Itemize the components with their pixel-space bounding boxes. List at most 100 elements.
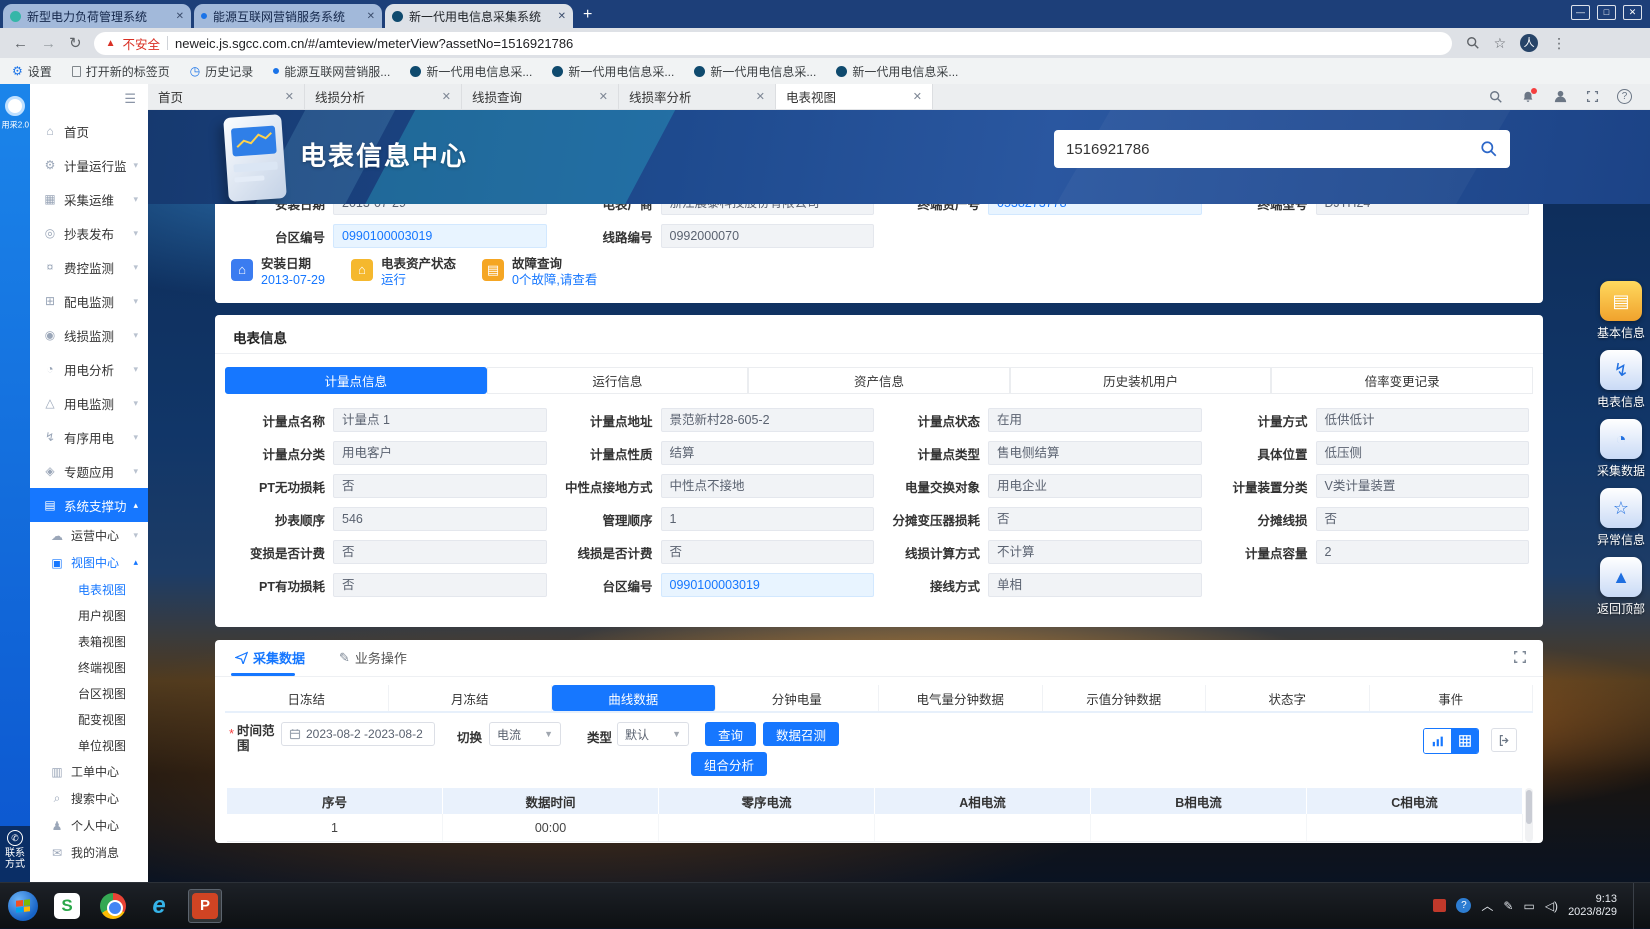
sidebar-item-metering-monitor[interactable]: ⚙计量运行监测▾ bbox=[30, 148, 148, 182]
app-tab-meter-view[interactable]: 电表视图✕ bbox=[776, 84, 933, 109]
column-header[interactable]: 序号 bbox=[227, 788, 443, 814]
column-header[interactable]: B相电流 bbox=[1091, 788, 1307, 814]
export-icon[interactable] bbox=[1491, 728, 1517, 752]
subtab-reading-minute-data[interactable]: 示值分钟数据 bbox=[1043, 685, 1207, 711]
taskbar-wps-icon[interactable]: S bbox=[50, 889, 84, 923]
sidebar-item-fee-monitor[interactable]: ¤费控监测▾ bbox=[30, 250, 148, 284]
sidebar-item-system-support[interactable]: ▤系统支撑功能▴ bbox=[30, 488, 148, 522]
sidebar-item-home[interactable]: ⌂首页 bbox=[30, 114, 148, 148]
zoom-icon[interactable] bbox=[1466, 36, 1480, 50]
sidebar-item-operation-center[interactable]: ☁运营中心▾ bbox=[30, 522, 148, 549]
taskbar-powerpoint-icon[interactable]: P bbox=[188, 889, 222, 923]
date-range-input[interactable]: 2023-08-2 -2023-08-2 bbox=[281, 722, 435, 746]
bookmark-collection-2[interactable]: 新一代用电信息采... bbox=[552, 63, 674, 80]
sidebar-item-collection-ops[interactable]: ▦采集运维▾ bbox=[30, 182, 148, 216]
system-clock[interactable]: 9:13 2023/8/29 bbox=[1568, 893, 1617, 919]
sidebar-item-my-messages[interactable]: ✉我的消息 bbox=[30, 839, 148, 866]
column-header[interactable]: C相电流 bbox=[1307, 788, 1523, 814]
bell-icon[interactable] bbox=[1521, 90, 1535, 104]
tab-close-icon[interactable]: ✕ bbox=[285, 90, 294, 103]
browser-menu-icon[interactable]: ⋮ bbox=[1552, 35, 1566, 52]
subtab-daily-freeze[interactable]: 日冻结 bbox=[225, 685, 389, 711]
type-select[interactable]: 默认▼ bbox=[617, 722, 689, 746]
contact-panel[interactable]: ✆ 联系 方式 bbox=[0, 826, 30, 882]
table-row[interactable]: 1 00:00 bbox=[227, 814, 1523, 842]
collapse-sidebar-icon[interactable]: ☰ bbox=[30, 84, 148, 114]
tray-pen-icon[interactable]: ✎ bbox=[1503, 899, 1513, 913]
chart-view-icon[interactable] bbox=[1424, 729, 1451, 753]
tab-metering-point-info[interactable]: 计量点信息 bbox=[225, 367, 487, 394]
tab-business-operations[interactable]: ✎ 业务操作 bbox=[339, 648, 407, 667]
station-no-link[interactable]: 0990100003019 bbox=[333, 224, 547, 248]
column-header[interactable]: A相电流 bbox=[875, 788, 1091, 814]
sidebar-item-personal-center[interactable]: ♟个人中心 bbox=[30, 812, 148, 839]
app-tab-lineloss-analysis[interactable]: 线损分析✕ bbox=[305, 84, 462, 109]
close-button[interactable]: ✕ bbox=[1623, 5, 1642, 20]
bookmark-newtab[interactable]: 打开新的标签页 bbox=[72, 63, 170, 80]
address-bar[interactable]: ▲ 不安全 neweic.js.sgcc.com.cn/#/amteview/m… bbox=[94, 32, 1452, 55]
sidebar-item-unit-view[interactable]: 单位视图 bbox=[30, 732, 148, 758]
sidebar-item-distribution-monitor[interactable]: ⊞配电监测▾ bbox=[30, 284, 148, 318]
tab-close-icon[interactable]: ✕ bbox=[599, 90, 608, 103]
sidebar-item-usage-analysis[interactable]: ◔用电分析▾ bbox=[30, 352, 148, 386]
tray-monitor-icon[interactable]: ▭ bbox=[1523, 899, 1534, 913]
tab-collected-data[interactable]: 采集数据 bbox=[235, 648, 305, 667]
float-collected-data-button[interactable]: ◔ bbox=[1600, 419, 1642, 459]
subtab-curve-data[interactable]: 曲线数据 bbox=[552, 685, 716, 711]
tab-close-icon[interactable]: ✕ bbox=[367, 11, 375, 22]
float-meter-info-button[interactable]: ↯ bbox=[1600, 350, 1642, 390]
data-recall-button[interactable]: 数据召测 bbox=[763, 722, 839, 746]
forward-icon[interactable]: → bbox=[41, 35, 56, 52]
taskbar-ie-icon[interactable]: e bbox=[142, 889, 176, 923]
maximize-button[interactable]: □ bbox=[1597, 5, 1616, 20]
tab-close-icon[interactable]: ✕ bbox=[176, 11, 184, 22]
asset-search-box[interactable] bbox=[1054, 130, 1510, 168]
reload-icon[interactable]: ↻ bbox=[69, 34, 82, 52]
search-icon[interactable] bbox=[1489, 90, 1503, 104]
badge-fault-query[interactable]: ▤ 故障查询0个故障,请查看 bbox=[482, 256, 597, 288]
switch-select[interactable]: 电流▼ bbox=[489, 722, 561, 746]
bookmark-collection-1[interactable]: 新一代用电信息采... bbox=[410, 63, 532, 80]
app-tab-home[interactable]: 首页✕ bbox=[148, 84, 305, 109]
sidebar-item-lineloss-monitor[interactable]: ◉线损监测▾ bbox=[30, 318, 148, 352]
tab-close-icon[interactable]: ✕ bbox=[442, 90, 451, 103]
tab-running-info[interactable]: 运行信息 bbox=[487, 367, 749, 394]
tray-volume-icon[interactable]: ◁) bbox=[1545, 899, 1558, 913]
browser-tab-2[interactable]: 能源互联网营销服务系统 ✕ bbox=[194, 4, 382, 28]
bookmark-marketing[interactable]: 能源互联网营销服... bbox=[273, 63, 390, 80]
tab-close-icon[interactable]: ✕ bbox=[558, 11, 566, 22]
bookmark-settings[interactable]: ⚙设置 bbox=[12, 63, 52, 80]
sidebar-item-workorder-center[interactable]: ▥工单中心 bbox=[30, 758, 148, 785]
tab-history-users[interactable]: 历史装机用户 bbox=[1010, 367, 1272, 394]
subtab-events[interactable]: 事件 bbox=[1370, 685, 1534, 711]
search-icon[interactable] bbox=[1480, 140, 1498, 158]
sidebar-item-usage-monitor[interactable]: △用电监测▾ bbox=[30, 386, 148, 420]
security-warning-label[interactable]: 不安全 bbox=[122, 34, 160, 53]
bookmark-collection-3[interactable]: 新一代用电信息采... bbox=[694, 63, 816, 80]
app-tab-lineloss-rate[interactable]: 线损率分析✕ bbox=[619, 84, 776, 109]
combined-analysis-button[interactable]: 组合分析 bbox=[691, 752, 767, 776]
fullscreen-icon[interactable] bbox=[1586, 90, 1599, 103]
back-icon[interactable]: ← bbox=[13, 35, 28, 52]
sidebar-item-box-view[interactable]: 表箱视图 bbox=[30, 628, 148, 654]
bookmark-collection-4[interactable]: 新一代用电信息采... bbox=[836, 63, 958, 80]
sidebar-item-search-center[interactable]: ⌕搜索中心 bbox=[30, 785, 148, 812]
taskbar-chrome-icon[interactable] bbox=[96, 889, 130, 923]
subtab-minute-energy[interactable]: 分钟电量 bbox=[716, 685, 880, 711]
app-tab-lineloss-query[interactable]: 线损查询✕ bbox=[462, 84, 619, 109]
sidebar-item-terminal-view[interactable]: 终端视图 bbox=[30, 654, 148, 680]
user-icon[interactable] bbox=[1553, 89, 1568, 104]
column-header[interactable]: 数据时间 bbox=[443, 788, 659, 814]
tray-show-hidden-icon[interactable]: ︿ bbox=[1481, 897, 1493, 914]
show-desktop-button[interactable] bbox=[1633, 883, 1640, 929]
bookmark-star-icon[interactable]: ☆ bbox=[1494, 35, 1507, 52]
subtab-electrical-minute-data[interactable]: 电气量分钟数据 bbox=[879, 685, 1043, 711]
sidebar-item-transformer-view[interactable]: 配变视图 bbox=[30, 706, 148, 732]
help-icon[interactable]: ? bbox=[1617, 89, 1632, 104]
asset-search-input[interactable] bbox=[1066, 141, 1480, 158]
sidebar-item-reading-publish[interactable]: ◎抄表发布▾ bbox=[30, 216, 148, 250]
fault-link[interactable]: 0个故障,请查看 bbox=[512, 272, 597, 288]
profile-avatar[interactable]: 人 bbox=[1520, 34, 1538, 52]
query-button[interactable]: 查询 bbox=[705, 722, 756, 746]
sidebar-item-user-view[interactable]: 用户视图 bbox=[30, 602, 148, 628]
